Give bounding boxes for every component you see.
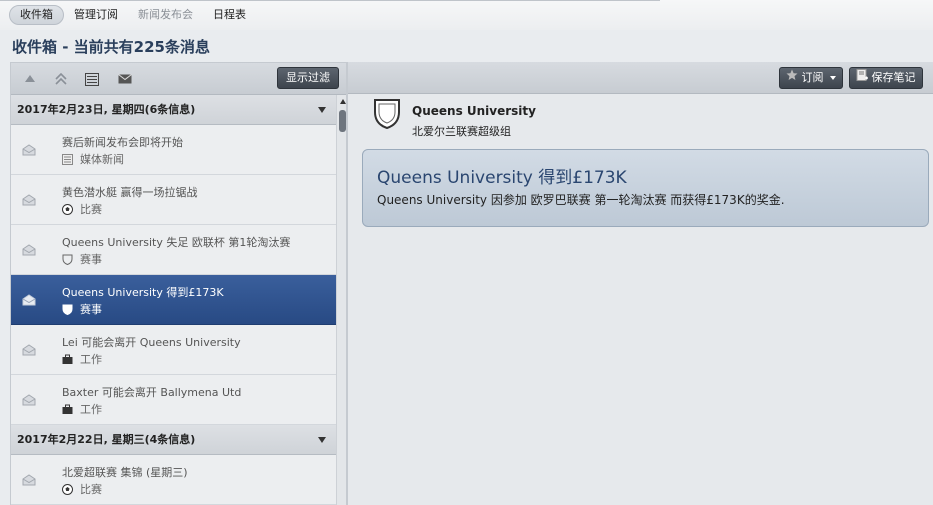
message-category: 工作 xyxy=(62,351,102,367)
list-item[interactable]: Baxter 可能会离开 Ballymena Utd 工作 xyxy=(11,375,336,425)
football-icon xyxy=(62,483,73,495)
date-group-header[interactable]: 2017年2月22日, 星期三(4条信息) xyxy=(11,425,336,455)
list-item-selected[interactable]: Queens University 得到£173K 赛事 xyxy=(11,275,336,325)
message-category-label: 比赛 xyxy=(80,203,102,216)
scroll-thumb[interactable] xyxy=(339,110,346,132)
envelope-open-icon xyxy=(22,294,36,306)
message-list-panel: 显示过滤 2017年2月23日, 星期四(6条信息) 赛后新闻发布会即将开始 媒… xyxy=(10,62,347,505)
envelope-open-icon xyxy=(22,194,36,206)
show-filter-button[interactable]: 显示过滤 xyxy=(277,67,339,89)
save-notes-button[interactable]: 保存笔记 xyxy=(849,67,923,89)
message-category-label: 赛事 xyxy=(80,303,102,316)
date-group-header[interactable]: 2017年2月23日, 星期四(6条信息) xyxy=(11,95,336,125)
newspaper-icon xyxy=(62,153,73,165)
football-icon xyxy=(62,203,73,215)
message-title: 北爱超联赛 集锦 (星期三) xyxy=(62,466,188,479)
arrow-up-icon[interactable] xyxy=(22,72,38,86)
message-category: 赛事 xyxy=(62,251,102,267)
list-item[interactable]: 赛后新闻发布会即将开始 媒体新闻 xyxy=(11,125,336,175)
briefcase-icon xyxy=(62,354,73,365)
envelope-open-icon xyxy=(22,144,36,156)
envelope-open-icon xyxy=(22,474,36,486)
message-category-label: 工作 xyxy=(80,353,102,366)
shield-icon xyxy=(62,254,73,265)
message-category: 比赛 xyxy=(62,201,102,217)
tab-inbox[interactable]: 收件箱 xyxy=(9,5,64,25)
message-category: 媒体新闻 xyxy=(62,151,124,167)
chevron-down-icon[interactable] xyxy=(318,107,326,113)
note-icon xyxy=(856,68,868,88)
list-icon[interactable] xyxy=(84,72,100,86)
scroll-up-icon[interactable] xyxy=(340,99,346,104)
club-name[interactable]: Queens University xyxy=(412,104,536,118)
message-category: 比赛 xyxy=(62,481,102,497)
message-category-label: 比赛 xyxy=(80,483,102,496)
list-item[interactable]: Lei 可能会离开 Queens University 工作 xyxy=(11,325,336,375)
tab-manage-subscriptions[interactable]: 管理订阅 xyxy=(64,5,128,25)
save-notes-label: 保存笔记 xyxy=(871,71,916,84)
star-icon xyxy=(786,68,798,88)
message-category-label: 媒体新闻 xyxy=(80,153,124,166)
subscribe-button[interactable]: 订阅 xyxy=(779,67,843,89)
list-scrollbar[interactable] xyxy=(336,95,346,505)
chevron-down-icon xyxy=(830,76,836,80)
club-crest-icon[interactable] xyxy=(373,98,401,130)
message-detail-panel: 订阅 保存笔记 Queens University 北爱尔兰联赛超级组 Quee… xyxy=(347,62,933,505)
message-title: Baxter 可能会离开 Ballymena Utd xyxy=(62,386,242,399)
message-title: Lei 可能会离开 Queens University xyxy=(62,336,241,349)
list-item[interactable]: Queens University 失足 欧联杯 第1轮淘汰赛 赛事 xyxy=(11,225,336,275)
envelope-open-icon xyxy=(22,394,36,406)
page-title: 收件箱 - 当前共有225条消息 xyxy=(12,38,210,56)
message-title: Queens University 得到£173K xyxy=(62,286,224,299)
message-title: 黄色潜水艇 赢得一场拉锯战 xyxy=(62,186,198,199)
top-divider xyxy=(0,0,660,1)
message-body: Queens University 因参加 欧罗巴联赛 第一轮淘汰赛 而获得£1… xyxy=(377,193,785,207)
message-title: Queens University 失足 欧联杯 第1轮淘汰赛 xyxy=(62,236,291,249)
club-league[interactable]: 北爱尔兰联赛超级组 xyxy=(412,123,511,139)
tab-press-conference[interactable]: 新闻发布会 xyxy=(128,5,203,25)
message-card: Queens University 得到£173K Queens Univers… xyxy=(362,149,929,227)
message-category-label: 工作 xyxy=(80,403,102,416)
message-title: 赛后新闻发布会即将开始 xyxy=(62,136,183,149)
double-arrow-up-icon[interactable] xyxy=(53,72,69,86)
list-item[interactable]: 黄色潜水艇 赢得一场拉锯战 比赛 xyxy=(11,175,336,225)
date-group-label: 2017年2月23日, 星期四(6条信息) xyxy=(17,103,196,116)
chevron-down-icon[interactable] xyxy=(318,437,326,443)
tab-schedule[interactable]: 日程表 xyxy=(203,5,256,25)
envelope-icon[interactable] xyxy=(117,72,133,86)
message-list: 2017年2月23日, 星期四(6条信息) 赛后新闻发布会即将开始 媒体新闻 黄… xyxy=(11,95,336,505)
list-item[interactable]: 北爱超联赛 集锦 (星期三) 比赛 xyxy=(11,455,336,505)
top-tab-bar: 收件箱 管理订阅 新闻发布会 日程表 xyxy=(0,0,933,30)
shield-icon xyxy=(62,304,73,315)
message-category: 工作 xyxy=(62,401,102,417)
detail-toolbar: 订阅 保存笔记 xyxy=(348,62,933,94)
date-group-label: 2017年2月22日, 星期三(4条信息) xyxy=(17,433,196,446)
subscribe-label: 订阅 xyxy=(801,71,824,84)
message-category-label: 赛事 xyxy=(80,253,102,266)
message-category: 赛事 xyxy=(62,301,102,317)
message-heading: Queens University 得到£173K xyxy=(377,168,627,188)
list-toolbar: 显示过滤 xyxy=(11,63,346,95)
briefcase-icon xyxy=(62,404,73,415)
envelope-open-icon xyxy=(22,344,36,356)
envelope-open-icon xyxy=(22,244,36,256)
